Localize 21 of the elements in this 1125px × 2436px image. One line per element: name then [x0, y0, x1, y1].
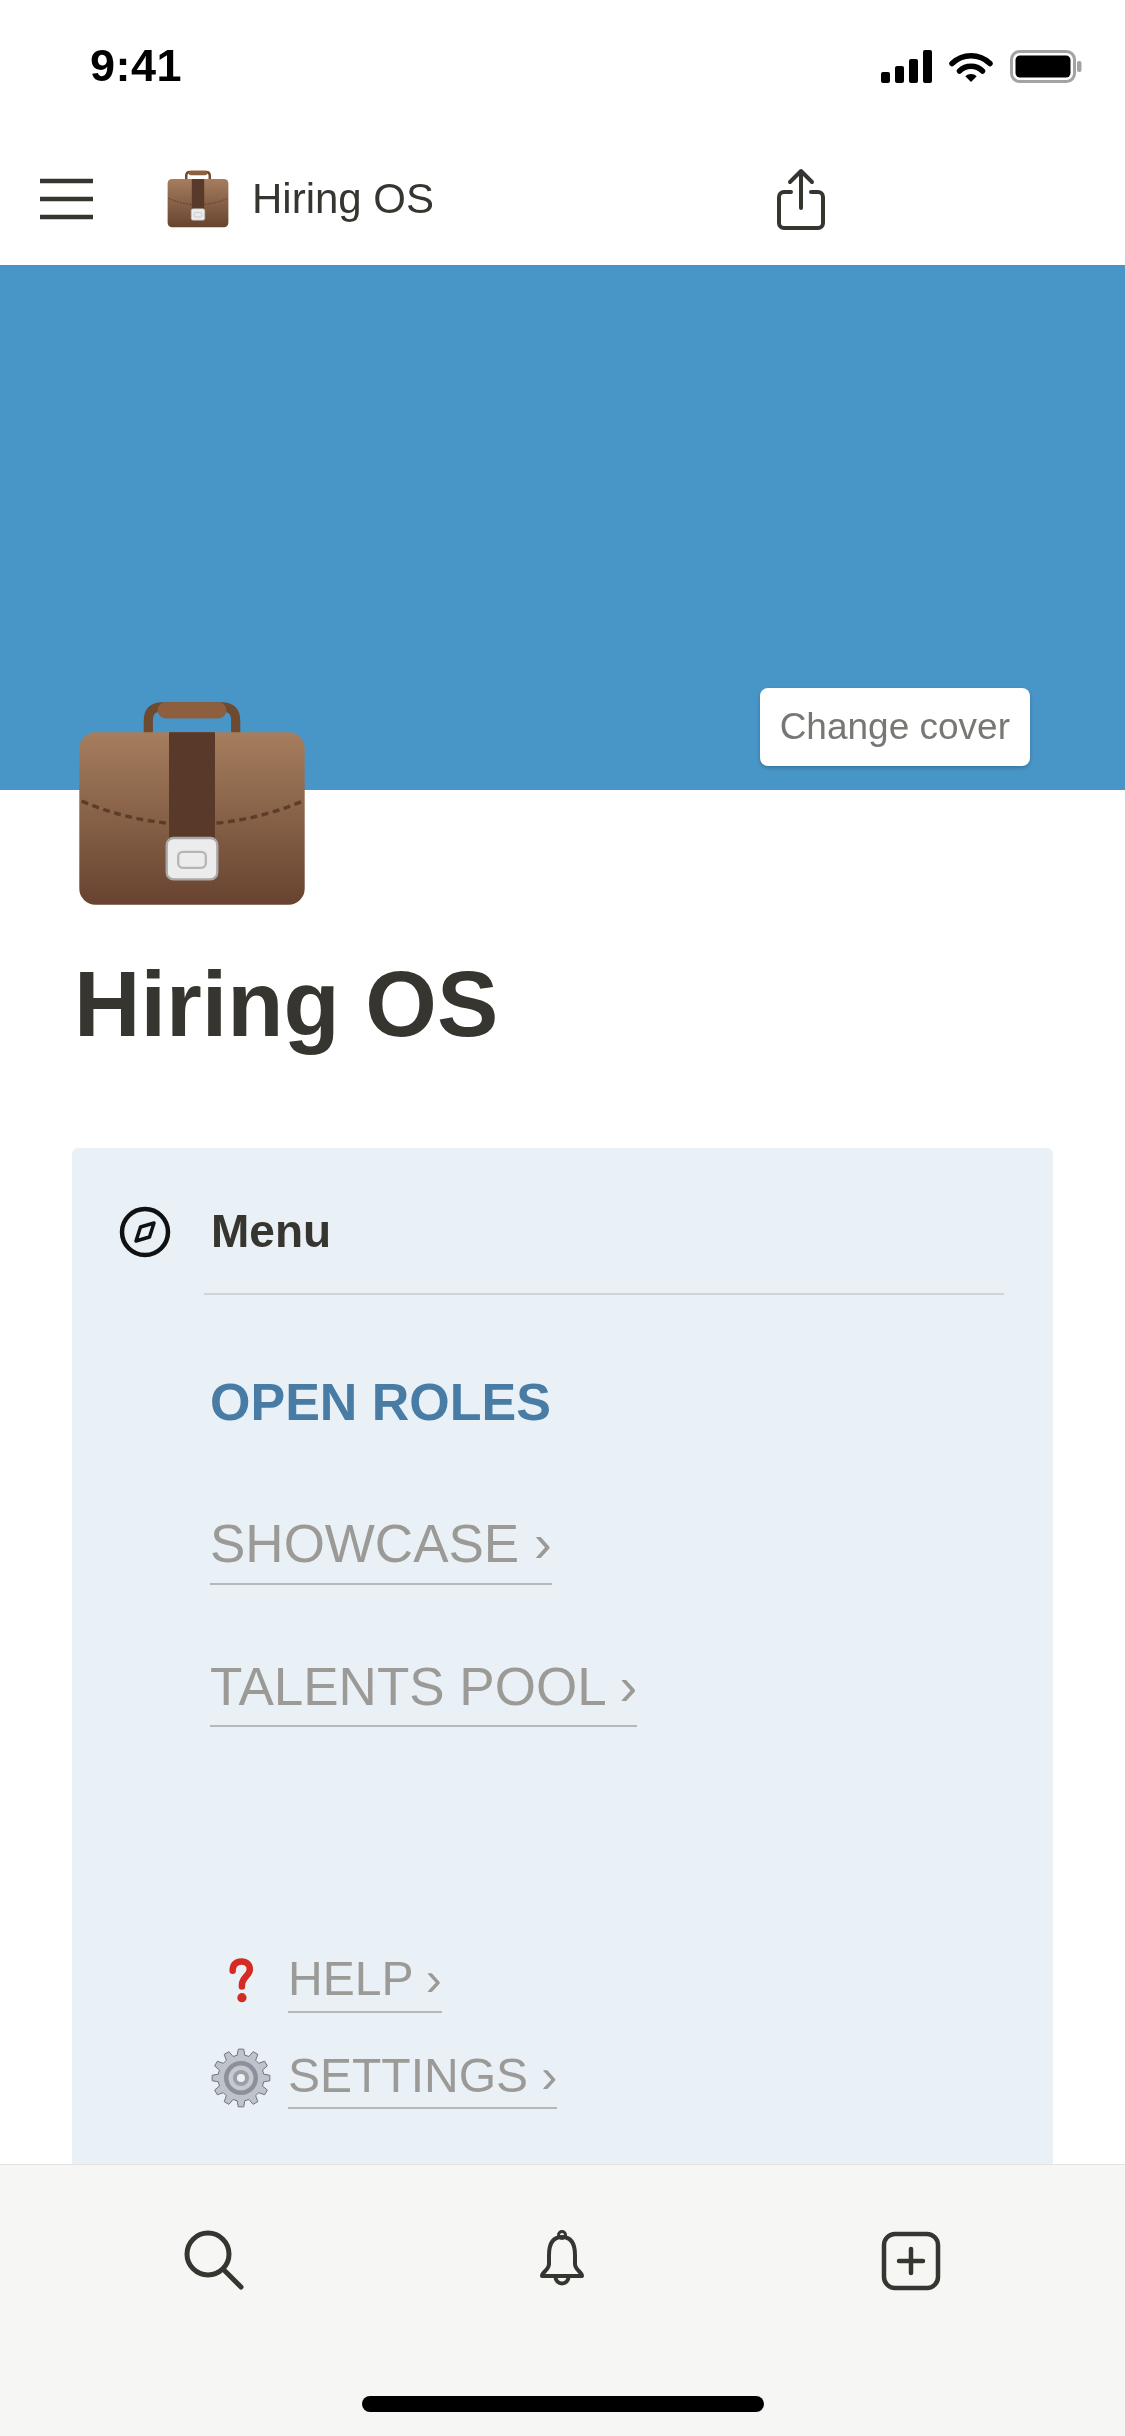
- search-icon[interactable]: [183, 2229, 246, 2293]
- gear-icon: [211, 2048, 271, 2109]
- battery-icon: [1010, 49, 1082, 83]
- compass-icon: [119, 1206, 171, 1258]
- menu-link[interactable]: TALENTS POOL ›: [210, 1654, 638, 1728]
- page-title: Hiring OS: [74, 952, 499, 1057]
- share-icon[interactable]: [775, 167, 827, 230]
- briefcase-icon: [167, 169, 229, 228]
- footer-link[interactable]: HELP ›: [288, 1950, 442, 2013]
- nav-title: Hiring OS: [252, 174, 435, 223]
- signal-icon: [881, 49, 932, 83]
- menu-link[interactable]: SHOWCASE ›: [210, 1511, 552, 1585]
- plus-icon[interactable]: [879, 2229, 942, 2293]
- menu-heading: Menu: [211, 1204, 332, 1260]
- briefcase-icon: [77, 700, 307, 907]
- menu-icon[interactable]: [40, 177, 93, 220]
- footer-link[interactable]: SETTINGS ›: [288, 2046, 558, 2110]
- change-cover-button[interactable]: Change cover: [759, 688, 1030, 766]
- question-mark-icon: [228, 1958, 254, 2005]
- menu-link[interactable]: OPEN ROLES: [210, 1370, 551, 1442]
- status-time: 9:41: [90, 40, 183, 92]
